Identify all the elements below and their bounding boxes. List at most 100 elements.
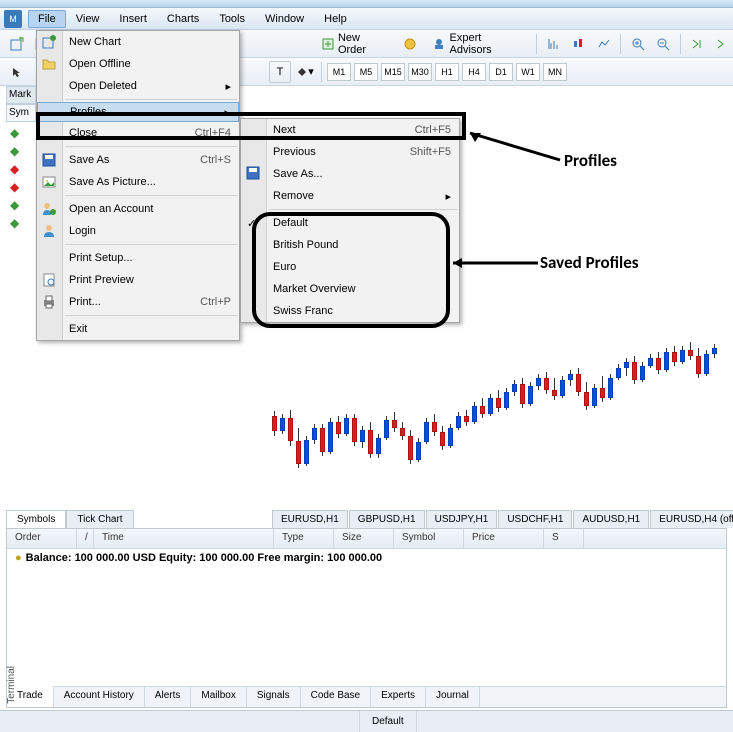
annotation-arrow-icon	[448, 256, 542, 270]
text-icon[interactable]: T	[269, 61, 291, 83]
timeframe-mn[interactable]: MN	[543, 63, 567, 81]
file-menu-print-setup-[interactable]: Print Setup...	[37, 247, 239, 269]
profile-menu-swiss-franc[interactable]: Swiss Franc	[241, 300, 459, 322]
column-price[interactable]: Price	[464, 529, 544, 548]
expert-advisors-button[interactable]: Expert Advisors	[425, 33, 530, 55]
file-menu-open-an-account[interactable]: Open an Account	[37, 198, 239, 220]
balance-icon: ●	[15, 552, 22, 564]
bar-chart-icon[interactable]	[543, 33, 564, 55]
save-icon	[41, 152, 57, 168]
file-menu-open-deleted[interactable]: Open Deleted▸	[37, 75, 239, 97]
file-menu-exit[interactable]: Exit	[37, 318, 239, 340]
column-s[interactable]: S	[544, 529, 584, 548]
chart-tab-eurusd-h4-off[interactable]: EURUSD,H4 (off	[650, 510, 733, 528]
terminal-tab-code-base[interactable]: Code Base	[301, 687, 371, 707]
objects-icon[interactable]: ▾	[294, 61, 316, 83]
balance-text: Balance: 100 000.00 USD Equity: 100 000.…	[26, 552, 382, 564]
submenu-arrow-icon: ▸	[224, 106, 230, 119]
menu-file[interactable]: File	[28, 10, 66, 28]
new-order-button[interactable]: New Order	[314, 33, 396, 55]
chart-tab-usdchf-h1[interactable]: USDCHF,H1	[498, 510, 572, 528]
terminal-tab-account-history[interactable]: Account History	[54, 687, 145, 707]
profile-menu-default[interactable]: ✓Default	[241, 212, 459, 234]
terminal-tab-journal[interactable]: Journal	[426, 687, 480, 707]
column-symbol[interactable]: Symbol	[394, 529, 464, 548]
zoom-in-icon[interactable]	[627, 33, 648, 55]
menu-item-label: Print...	[69, 296, 101, 308]
file-menu-open-offline[interactable]: Open Offline	[37, 53, 239, 75]
column-[interactable]: /	[77, 529, 94, 548]
candle-chart-icon[interactable]	[568, 33, 589, 55]
menu-tools[interactable]: Tools	[209, 10, 255, 28]
chart-tab-audusd-h1[interactable]: AUDUSD,H1	[573, 510, 649, 528]
file-menu-print-preview[interactable]: Print Preview	[37, 269, 239, 291]
file-menu-new-chart[interactable]: New Chart	[37, 31, 239, 53]
file-menu-save-as[interactable]: Save AsCtrl+S	[37, 149, 239, 171]
preview-icon	[41, 272, 57, 288]
menu-item-label: Print Setup...	[69, 252, 133, 264]
column-size[interactable]: Size	[334, 529, 394, 548]
menu-view[interactable]: View	[66, 10, 110, 28]
menu-window[interactable]: Window	[255, 10, 314, 28]
new-chart-icon[interactable]	[6, 33, 27, 55]
chart-tab-gbpusd-h1[interactable]: GBPUSD,H1	[349, 510, 425, 528]
timeframe-w1[interactable]: W1	[516, 63, 540, 81]
timeframe-m5[interactable]: M5	[354, 63, 378, 81]
timeframe-m15[interactable]: M15	[381, 63, 405, 81]
chart-tab-usdjpy-h1[interactable]: USDJPY,H1	[426, 510, 498, 528]
profiles-submenu: NextCtrl+F5PreviousShift+F5Save As...Rem…	[240, 118, 460, 323]
profile-menu-market-overview[interactable]: Market Overview	[241, 278, 459, 300]
balance-row: ● Balance: 100 000.00 USD Equity: 100 00…	[7, 549, 726, 567]
symbols-tab[interactable]: Symbols	[6, 510, 66, 528]
profile-menu-next[interactable]: NextCtrl+F5	[241, 119, 459, 141]
profile-menu-euro[interactable]: Euro	[241, 256, 459, 278]
shift-chart-icon[interactable]	[712, 33, 733, 55]
terminal-tab-mailbox[interactable]: Mailbox	[191, 687, 246, 707]
down-arrow-icon: ◆	[10, 180, 19, 194]
terminal-tab-experts[interactable]: Experts	[371, 687, 426, 707]
zoom-out-icon[interactable]	[652, 33, 673, 55]
shortcut-label: Ctrl+P	[200, 296, 231, 308]
file-menu-print-[interactable]: Print... Ctrl+P	[37, 291, 239, 313]
timeframe-m1[interactable]: M1	[327, 63, 351, 81]
chart-tab-eurusd-h1[interactable]: EURUSD,H1	[272, 510, 348, 528]
column-order[interactable]: Order	[7, 529, 77, 548]
menu-item-label: Open Offline	[69, 58, 131, 70]
status-profile: Default	[360, 711, 417, 732]
timeframe-d1[interactable]: D1	[489, 63, 513, 81]
menu-item-label: Open an Account	[69, 203, 153, 215]
column-type[interactable]: Type	[274, 529, 334, 548]
timeframe-m30[interactable]: M30	[408, 63, 432, 81]
price-chart[interactable]	[272, 330, 726, 506]
menu-item-label: Profiles	[70, 106, 107, 118]
file-menu-close[interactable]: CloseCtrl+F4	[37, 122, 239, 144]
tick-chart-tab[interactable]: Tick Chart	[66, 510, 133, 528]
cursor-icon[interactable]	[6, 61, 28, 83]
profile-menu-remove[interactable]: Remove▸	[241, 185, 459, 207]
file-menu-profiles[interactable]: Profiles ▸	[37, 102, 239, 122]
terminal-header: Order/TimeTypeSizeSymbolPriceS	[7, 529, 726, 549]
profile-menu-previous[interactable]: PreviousShift+F5	[241, 141, 459, 163]
menu-item-label: Swiss Franc	[273, 305, 333, 317]
menu-separator	[65, 315, 237, 316]
up-arrow-icon: ◆	[10, 216, 19, 230]
timeframe-h1[interactable]: H1	[435, 63, 459, 81]
file-menu-save-as-picture-[interactable]: Save As Picture...	[37, 171, 239, 193]
annotation-profiles-label: Profiles	[564, 150, 617, 171]
terminal-tab-signals[interactable]: Signals	[247, 687, 301, 707]
terminal-tab-alerts[interactable]: Alerts	[145, 687, 192, 707]
menu-charts[interactable]: Charts	[157, 10, 209, 28]
line-chart-icon[interactable]	[593, 33, 614, 55]
scroll-end-icon[interactable]	[687, 33, 708, 55]
terminal-panel: Order/TimeTypeSizeSymbolPriceS ● Balance…	[6, 528, 727, 708]
menu-insert[interactable]: Insert	[109, 10, 157, 28]
column-time[interactable]: Time	[94, 529, 274, 548]
menu-help[interactable]: Help	[314, 10, 357, 28]
autotrading-icon[interactable]	[400, 33, 421, 55]
timeframe-h4[interactable]: H4	[462, 63, 486, 81]
menu-item-label: Market Overview	[273, 283, 356, 295]
profile-menu-save-as-[interactable]: Save As...	[241, 163, 459, 185]
profile-menu-british-pound[interactable]: British Pound	[241, 234, 459, 256]
file-menu-login[interactable]: Login	[37, 220, 239, 242]
shortcut-label: Ctrl+F4	[195, 127, 231, 139]
